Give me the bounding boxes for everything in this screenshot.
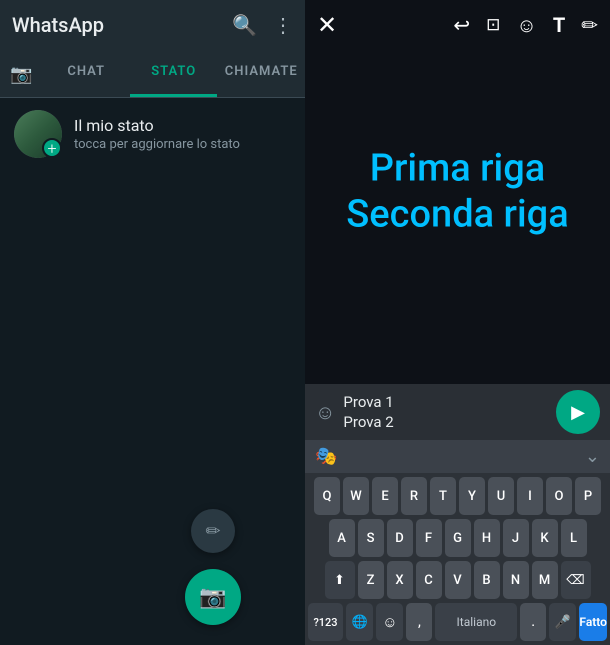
key-h[interactable]: H (474, 519, 500, 557)
tabs-bar: 📷 CHAT STATO CHIAMATE (0, 50, 305, 98)
key-v[interactable]: V (445, 561, 471, 599)
right-top-bar: ✕ ↩ ⊡ ☺ T ✏ (305, 0, 610, 50)
camera-tab-icon[interactable]: 📷 (0, 50, 42, 97)
close-icon[interactable]: ✕ (317, 11, 337, 39)
key-i[interactable]: I (517, 477, 543, 515)
undo-icon[interactable]: ↩ (453, 13, 470, 37)
canvas-text-line1: Prima riga (346, 146, 568, 192)
key-special-123[interactable]: ?123 (308, 603, 343, 641)
key-g[interactable]: G (445, 519, 471, 557)
tab-chat[interactable]: CHAT (42, 50, 130, 97)
key-row-3: ⬆ Z X C V B N M ⌫ (308, 561, 607, 599)
key-a[interactable]: A (329, 519, 355, 557)
status-subtitle: tocca per aggiornare lo stato (74, 137, 240, 152)
key-row-1: Q W E R T Y U I O P (308, 477, 607, 515)
tab-chiamate[interactable]: CHIAMATE (217, 50, 305, 97)
key-fatto[interactable]: Fatto (579, 603, 607, 641)
more-icon[interactable]: ⋮ (273, 13, 293, 37)
search-icon[interactable]: 🔍 (232, 13, 257, 37)
keyboard-emoji-icon[interactable]: 🎭 (315, 446, 337, 467)
text-icon[interactable]: T (553, 13, 565, 37)
key-b[interactable]: B (474, 561, 500, 599)
key-emoji[interactable]: ☺ (376, 603, 403, 641)
fab-container: ✏ 📷 (185, 509, 241, 625)
left-content-area (0, 170, 305, 645)
my-status-entry[interactable]: + Il mio stato tocca per aggiornare lo s… (0, 98, 305, 170)
key-n[interactable]: N (503, 561, 529, 599)
keyboard-top-bar: 🎭 ⌄ (305, 440, 610, 473)
key-rows: Q W E R T Y U I O P A S D F G H J K (305, 473, 610, 603)
key-r[interactable]: R (401, 477, 427, 515)
key-o[interactable]: O (546, 477, 572, 515)
suggestion-2[interactable]: Prova 2 (343, 413, 548, 431)
key-mic[interactable]: 🎤 (549, 603, 576, 641)
key-x[interactable]: X (387, 561, 413, 599)
key-c[interactable]: C (416, 561, 442, 599)
key-z[interactable]: Z (358, 561, 384, 599)
tab-stato[interactable]: STATO (130, 50, 218, 97)
key-period[interactable]: . (520, 603, 546, 641)
key-p[interactable]: P (575, 477, 601, 515)
crop-icon[interactable]: ⊡ (486, 15, 500, 35)
keyboard-chevron-down-icon[interactable]: ⌄ (585, 446, 600, 467)
key-row-2: A S D F G H J K L (308, 519, 607, 557)
canvas-area: Prima riga Seconda riga (305, 0, 610, 384)
key-k[interactable]: K (532, 519, 558, 557)
edit-fab[interactable]: ✏ (191, 509, 235, 553)
keyboard-area: 🎭 ⌄ Q W E R T Y U I O P A S D F (305, 440, 610, 645)
backspace-key[interactable]: ⌫ (561, 561, 591, 599)
autocomplete-bar: ☺ Prova 1 Prova 2 ▶ (305, 384, 610, 440)
app-title: WhatsApp (12, 13, 104, 37)
canvas-text-line2: Seconda riga (346, 192, 568, 238)
camera-fab[interactable]: 📷 (185, 569, 241, 625)
key-globe[interactable]: 🌐 (346, 603, 373, 641)
emoji-autocomplete-icon[interactable]: ☺ (315, 400, 335, 425)
suggestion-1[interactable]: Prova 1 (343, 393, 548, 411)
key-u[interactable]: U (488, 477, 514, 515)
add-status-badge[interactable]: + (42, 138, 62, 158)
status-text: Il mio stato tocca per aggiornare lo sta… (74, 116, 240, 152)
canvas-text: Prima riga Seconda riga (346, 146, 568, 237)
suggestions-list: Prova 1 Prova 2 (343, 393, 548, 431)
key-e[interactable]: E (372, 477, 398, 515)
key-l[interactable]: L (561, 519, 587, 557)
key-f[interactable]: F (416, 519, 442, 557)
left-top-bar: WhatsApp 🔍 ⋮ (0, 0, 305, 50)
top-icons: 🔍 ⋮ (232, 13, 293, 37)
key-q[interactable]: Q (314, 477, 340, 515)
key-j[interactable]: J (503, 519, 529, 557)
right-panel: ✕ ↩ ⊡ ☺ T ✏ Prima riga Seconda riga ☺ Pr… (305, 0, 610, 645)
key-s[interactable]: S (358, 519, 384, 557)
status-name: Il mio stato (74, 116, 240, 135)
draw-icon[interactable]: ✏ (581, 13, 598, 37)
right-top-left: ✕ (317, 11, 337, 39)
key-w[interactable]: W (343, 477, 369, 515)
key-t[interactable]: T (430, 477, 456, 515)
shift-key[interactable]: ⬆ (325, 561, 355, 599)
key-row-4: ?123 🌐 ☺ , Italiano . 🎤 Fatto (305, 603, 610, 645)
key-comma[interactable]: , (406, 603, 432, 641)
avatar-container: + (14, 110, 62, 158)
left-panel: WhatsApp 🔍 ⋮ 📷 CHAT STATO CHIAMATE + Il … (0, 0, 305, 645)
send-button[interactable]: ▶ (556, 390, 600, 434)
emoji-sticker-icon[interactable]: ☺ (516, 13, 536, 38)
key-m[interactable]: M (532, 561, 558, 599)
right-top-right: ↩ ⊡ ☺ T ✏ (453, 13, 598, 38)
space-key[interactable]: Italiano (435, 603, 517, 641)
key-y[interactable]: Y (459, 477, 485, 515)
key-d[interactable]: D (387, 519, 413, 557)
